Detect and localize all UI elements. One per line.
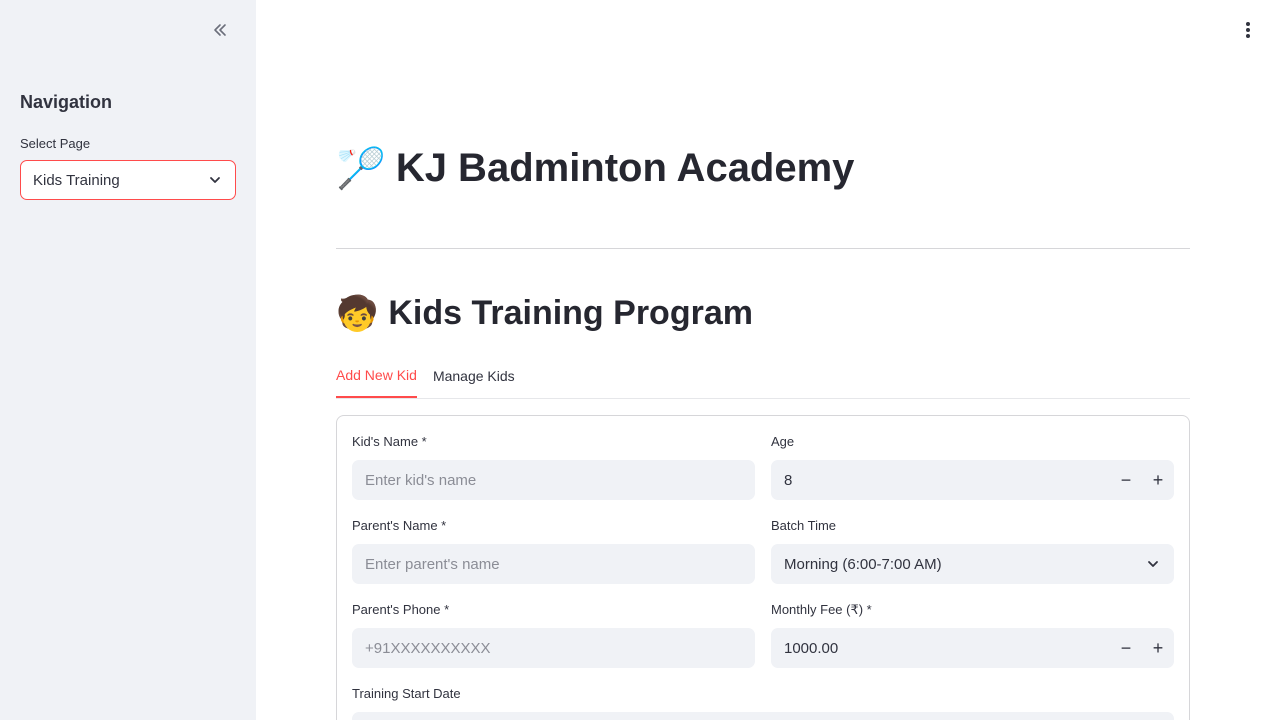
kid-name-field: Kid's Name * Enter kid's name <box>352 434 755 500</box>
age-value: 8 <box>784 471 793 489</box>
section-title-text: Kids Training Program <box>388 294 753 332</box>
batch-time-field: Batch Time Morning (6:00-7:00 AM) <box>771 518 1174 584</box>
page-title-text: KJ Badminton Academy <box>395 146 855 190</box>
kid-name-label: Kid's Name * <box>352 434 427 449</box>
section-title: 🧒 Kids Training Program <box>336 294 753 333</box>
parent-name-field: Parent's Name * Enter parent's name <box>352 518 755 584</box>
chevron-down-icon <box>1145 556 1161 572</box>
batch-time-select[interactable]: Morning (6:00-7:00 AM) <box>771 544 1174 584</box>
add-kid-form: Kid's Name * Enter kid's name Age 8 − + … <box>336 415 1190 720</box>
age-decrement-button[interactable]: − <box>1110 460 1142 500</box>
parent-phone-label: Parent's Phone * <box>352 602 450 617</box>
age-increment-button[interactable]: + <box>1142 460 1174 500</box>
batch-time-value: Morning (6:00-7:00 AM) <box>784 555 942 573</box>
start-date-field: Training Start Date <box>352 686 1174 720</box>
page-select-value: Kids Training <box>33 171 120 189</box>
fee-decrement-button[interactable]: − <box>1110 628 1142 668</box>
main-menu-icon[interactable] <box>1236 18 1260 42</box>
monthly-fee-label: Monthly Fee (₹) * <box>771 602 872 617</box>
monthly-fee-field: Monthly Fee (₹) * 1000.00 − + <box>771 602 1174 668</box>
age-label: Age <box>771 434 795 449</box>
age-field: Age 8 − + <box>771 434 1174 500</box>
sidebar-title: Navigation <box>20 92 113 112</box>
kid-name-input[interactable]: Enter kid's name <box>352 460 755 500</box>
monthly-fee-input[interactable]: 1000.00 − + <box>771 628 1174 668</box>
page-title: 🏸 KJ Badminton Academy <box>336 146 854 191</box>
fee-increment-button[interactable]: + <box>1142 628 1174 668</box>
divider <box>336 248 1190 249</box>
monthly-fee-value: 1000.00 <box>784 639 839 657</box>
chevron-down-icon <box>207 172 223 188</box>
tab-manage-kids[interactable]: Manage Kids <box>433 360 515 398</box>
parent-phone-input[interactable]: +91XXXXXXXXXX <box>352 628 755 668</box>
age-input[interactable]: 8 − + <box>771 460 1174 500</box>
parent-name-input[interactable]: Enter parent's name <box>352 544 755 584</box>
sidebar: Navigation Select Page Kids Training <box>0 0 256 720</box>
collapse-sidebar-icon[interactable] <box>208 18 232 42</box>
child-icon: 🧒 <box>336 294 379 333</box>
select-page-label: Select Page <box>20 136 91 151</box>
parent-phone-field: Parent's Phone * +91XXXXXXXXXX <box>352 602 755 668</box>
page-select[interactable]: Kids Training <box>20 160 236 200</box>
start-date-label: Training Start Date <box>352 686 461 701</box>
parent-name-label: Parent's Name * <box>352 518 447 533</box>
start-date-input[interactable] <box>352 712 1174 720</box>
badminton-icon: 🏸 <box>336 146 386 191</box>
batch-time-label: Batch Time <box>771 518 837 533</box>
tab-bar: Add New Kid Manage Kids <box>336 360 1190 399</box>
tab-add-new-kid[interactable]: Add New Kid <box>336 360 417 398</box>
